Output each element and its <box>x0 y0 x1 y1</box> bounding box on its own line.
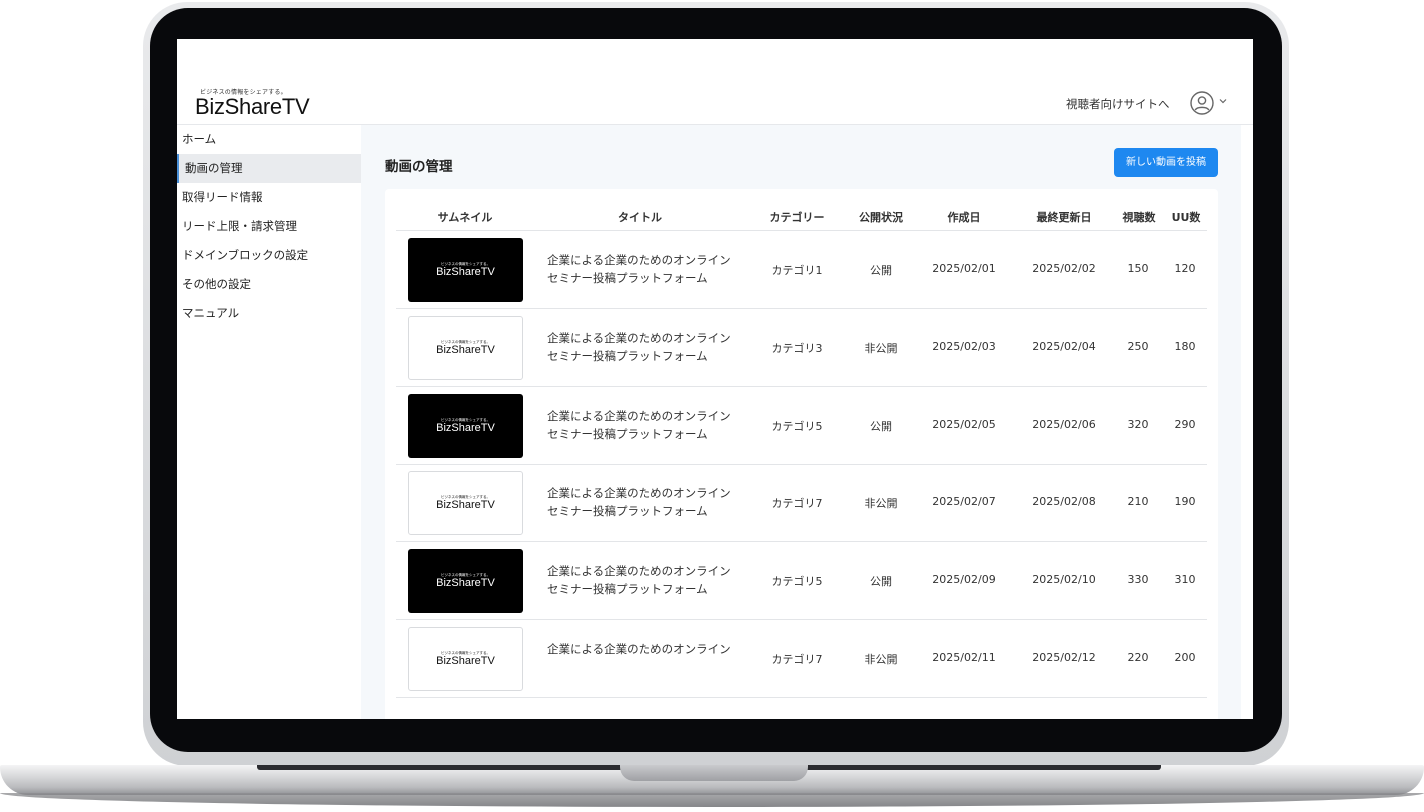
status-cell: 非公開 <box>864 653 898 666</box>
viewer-site-link[interactable]: 視聴者向けサイトへ <box>1066 96 1170 112</box>
thumbnail-logo: BizShareTV <box>436 344 495 356</box>
video-thumbnail[interactable]: ビジネスの情報をシェアする。 BizShareTV <box>408 471 523 535</box>
updated-date-cell: 2025/02/04 <box>1032 340 1096 353</box>
video-title-line2: セミナー投稿プラットフォーム <box>547 270 708 285</box>
updated-date-cell: 2025/02/08 <box>1032 495 1096 508</box>
thumbnail-logo: BizShareTV <box>436 499 495 511</box>
thumbnail-logo: BizShareTV <box>436 266 495 278</box>
video-title[interactable]: 企業による企業のためのオンライン セミナー投稿プラットフォーム <box>547 485 747 520</box>
status-cell: 非公開 <box>864 342 898 355</box>
status-cell: 非公開 <box>864 497 898 510</box>
table-row[interactable]: ビジネスの情報をシェアする。 BizShareTV 企業による企業のためのオンラ… <box>396 231 1207 309</box>
created-date-cell: 2025/02/11 <box>932 651 996 664</box>
uu-cell: 290 <box>1174 418 1196 431</box>
category-cell: カテゴリ7 <box>771 653 823 666</box>
category-cell: カテゴリ3 <box>771 342 823 355</box>
video-thumbnail[interactable]: ビジネスの情報をシェアする。 BizShareTV <box>408 316 523 380</box>
video-title-line1: 企業による企業のためのオンライン <box>547 331 731 345</box>
video-title-line1: 企業による企業のためのオンライン <box>547 642 731 656</box>
video-table: サムネイル タイトル カテゴリー 公開状況 作成日 最終更新日 視聴数 UU数 … <box>385 189 1218 719</box>
video-title[interactable]: 企業による企業のためのオンライン セミナー投稿プラットフォーム <box>547 252 747 287</box>
status-cell: 公開 <box>870 575 892 588</box>
table-row[interactable]: ビジネスの情報をシェアする。 BizShareTV 企業による企業のためのオンラ… <box>396 542 1207 620</box>
uu-cell: 180 <box>1174 340 1196 353</box>
app-header: ビジネスの情報をシェアする。 BizShareTV 視聴者向けサイトへ <box>177 39 1253 125</box>
column-header-created: 作成日 <box>947 211 981 224</box>
updated-date-cell: 2025/02/06 <box>1032 418 1096 431</box>
column-header-thumbnail: サムネイル <box>437 211 493 224</box>
created-date-cell: 2025/02/05 <box>932 418 996 431</box>
status-cell: 公開 <box>870 264 892 277</box>
main-content: 動画の管理 新しい動画を投稿 サムネイル タイトル カテゴリー 公開状況 作成日… <box>361 125 1241 719</box>
category-cell: カテゴリ1 <box>771 264 823 277</box>
video-title-line1: 企業による企業のためのオンライン <box>547 564 731 578</box>
category-cell: カテゴリ7 <box>771 497 823 510</box>
laptop-notch <box>620 765 808 781</box>
sidebar-item-home[interactable]: ホーム <box>177 125 361 154</box>
table-row[interactable]: ビジネスの情報をシェアする。 BizShareTV 企業による企業のためのオンラ… <box>396 309 1207 387</box>
video-title-line2: セミナー投稿プラットフォーム <box>547 581 708 596</box>
video-title-line2: セミナー投稿プラットフォーム <box>547 503 708 518</box>
column-header-title: タイトル <box>618 211 662 224</box>
thumbnail-logo: BizShareTV <box>436 655 495 667</box>
laptop-base-edge <box>0 793 1424 807</box>
column-header-status: 公開状況 <box>859 211 903 224</box>
video-title[interactable]: 企業による企業のためのオンライン <box>547 641 747 659</box>
sidebar-item-leads[interactable]: 取得リード情報 <box>177 183 361 212</box>
logo[interactable]: BizShareTV <box>195 94 310 120</box>
status-cell: 公開 <box>870 420 892 433</box>
video-thumbnail[interactable]: ビジネスの情報をシェアする。 BizShareTV <box>408 238 523 302</box>
column-header-updated: 最終更新日 <box>1036 211 1092 224</box>
page-title: 動画の管理 <box>385 159 453 175</box>
sidebar: ホーム 動画の管理 取得リード情報 リード上限・請求管理 ドメインブロックの設定… <box>177 125 361 719</box>
created-date-cell: 2025/02/09 <box>932 573 996 586</box>
uu-cell: 190 <box>1174 495 1196 508</box>
video-title[interactable]: 企業による企業のためのオンライン セミナー投稿プラットフォーム <box>547 563 747 598</box>
updated-date-cell: 2025/02/02 <box>1032 262 1096 275</box>
category-cell: カテゴリ5 <box>771 420 823 433</box>
video-thumbnail[interactable]: ビジネスの情報をシェアする。 BizShareTV <box>408 627 523 691</box>
category-cell: カテゴリ5 <box>771 575 823 588</box>
table-row[interactable]: ビジネスの情報をシェアする。 BizShareTV 企業による企業のためのオンラ… <box>396 620 1207 698</box>
table-row[interactable]: ビジネスの情報をシェアする。 BizShareTV 企業による企業のためのオンラ… <box>396 387 1207 465</box>
updated-date-cell: 2025/02/10 <box>1032 573 1096 586</box>
sidebar-item-other-settings[interactable]: その他の設定 <box>177 270 361 299</box>
thumbnail-logo: BizShareTV <box>436 577 495 589</box>
video-title-line1: 企業による企業のためのオンライン <box>547 409 731 423</box>
column-header-uu: UU数 <box>1171 211 1201 224</box>
video-title[interactable]: 企業による企業のためのオンライン セミナー投稿プラットフォーム <box>547 330 747 365</box>
created-date-cell: 2025/02/01 <box>932 262 996 275</box>
video-thumbnail[interactable]: ビジネスの情報をシェアする。 BizShareTV <box>408 394 523 458</box>
created-date-cell: 2025/02/03 <box>932 340 996 353</box>
chevron-down-icon[interactable] <box>1218 96 1228 106</box>
sidebar-item-domain-block[interactable]: ドメインブロックの設定 <box>177 241 361 270</box>
video-title-line2: セミナー投稿プラットフォーム <box>547 426 708 441</box>
sidebar-item-lead-limit-billing[interactable]: リード上限・請求管理 <box>177 212 361 241</box>
app-screen: ビジネスの情報をシェアする。 BizShareTV 視聴者向けサイトへ ホーム … <box>177 39 1253 719</box>
video-title[interactable]: 企業による企業のためのオンライン セミナー投稿プラットフォーム <box>547 408 747 443</box>
sidebar-item-video-management[interactable]: 動画の管理 <box>177 154 361 183</box>
video-title-line1: 企業による企業のためのオンライン <box>547 253 731 267</box>
video-thumbnail[interactable]: ビジネスの情報をシェアする。 BizShareTV <box>408 549 523 613</box>
user-circle-icon[interactable] <box>1190 91 1214 115</box>
created-date-cell: 2025/02/07 <box>932 495 996 508</box>
table-row[interactable]: ビジネスの情報をシェアする。 BizShareTV 企業による企業のためのオンラ… <box>396 464 1207 542</box>
uu-cell: 310 <box>1174 573 1196 586</box>
video-title-line1: 企業による企業のためのオンライン <box>547 486 731 500</box>
updated-date-cell: 2025/02/12 <box>1032 651 1096 664</box>
video-title-line2: セミナー投稿プラットフォーム <box>547 348 708 363</box>
uu-cell: 120 <box>1174 262 1196 275</box>
uu-cell: 200 <box>1174 651 1196 664</box>
column-header-category: カテゴリー <box>769 211 825 224</box>
thumbnail-logo: BizShareTV <box>436 422 495 434</box>
sidebar-item-manual[interactable]: マニュアル <box>177 299 361 328</box>
new-video-button[interactable]: 新しい動画を投稿 <box>1114 148 1218 177</box>
